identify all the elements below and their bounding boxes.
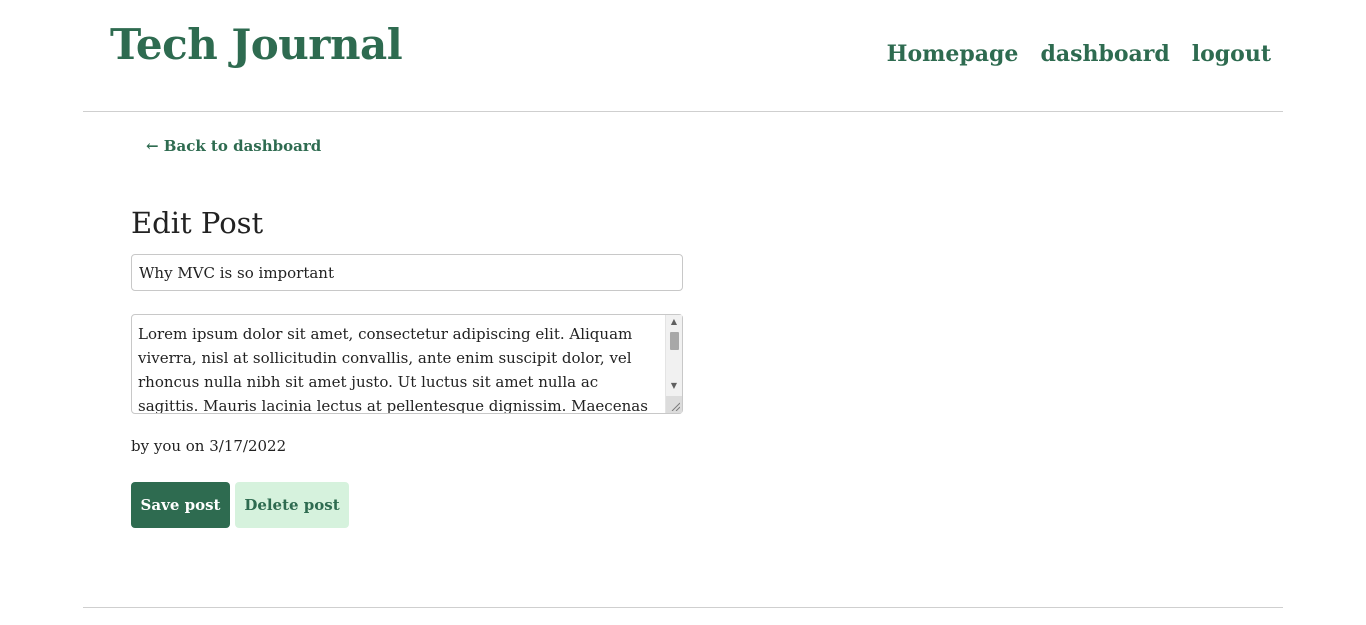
post-title-input[interactable] [131,254,683,291]
scrollbar-corner [666,396,682,413]
site-title[interactable]: Tech Journal [110,16,403,74]
nav-dashboard-link[interactable]: dashboard [1040,39,1169,69]
delete-post-button[interactable]: Delete post [235,482,349,528]
nav-homepage-link[interactable]: Homepage [887,39,1019,69]
scrollbar-thumb[interactable] [670,332,679,350]
site-header: Tech Journal Homepage dashboard logout [83,0,1283,112]
page: Tech Journal Homepage dashboard logout ←… [83,0,1283,625]
scroll-down-arrow-icon[interactable]: ▼ [666,379,682,393]
top-nav: Homepage dashboard logout [887,39,1271,69]
post-byline: by you on 3/17/2022 [131,437,287,455]
nav-logout-link[interactable]: logout [1192,39,1271,69]
save-post-button[interactable]: Save post [131,482,230,528]
post-body-textarea[interactable]: Lorem ipsum dolor sit amet, consectetur … [131,314,683,414]
scroll-up-arrow-icon[interactable]: ▲ [666,315,682,329]
resize-grip-icon[interactable] [670,401,680,411]
textarea-scrollbar[interactable]: ▲ ▼ [665,315,682,413]
footer-divider [83,607,1283,608]
back-to-dashboard-link[interactable]: ← Back to dashboard [146,135,321,157]
page-title: Edit Post [131,206,264,240]
